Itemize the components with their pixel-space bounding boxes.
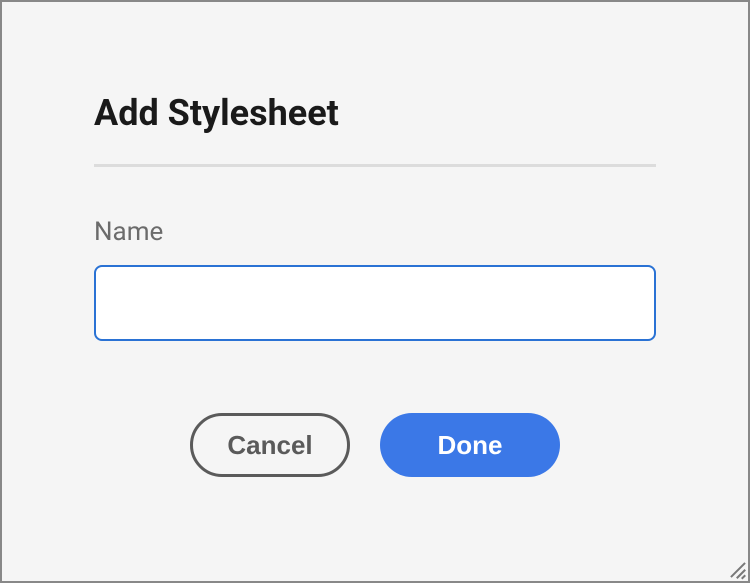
resize-grip-icon[interactable] bbox=[727, 560, 745, 578]
cancel-button[interactable]: Cancel bbox=[190, 413, 350, 477]
add-stylesheet-dialog: Add Stylesheet Name Cancel Done bbox=[2, 2, 748, 477]
done-button[interactable]: Done bbox=[380, 413, 560, 477]
divider bbox=[94, 164, 656, 167]
button-row: Cancel Done bbox=[94, 413, 656, 477]
dialog-title: Add Stylesheet bbox=[94, 92, 656, 134]
name-label: Name bbox=[94, 217, 656, 247]
name-input[interactable] bbox=[94, 265, 656, 341]
